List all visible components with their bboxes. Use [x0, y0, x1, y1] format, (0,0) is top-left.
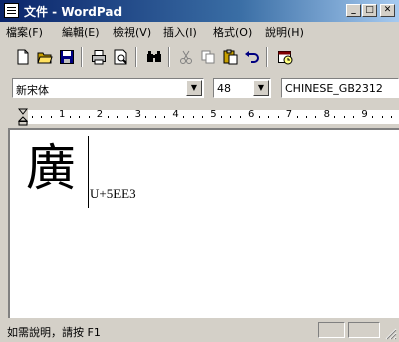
ruler-tick — [297, 116, 298, 118]
ruler-tick — [51, 116, 52, 118]
ruler-tick — [70, 116, 71, 118]
save-icon — [60, 50, 74, 64]
toolbar-separator — [81, 47, 83, 67]
copy-button[interactable] — [197, 46, 219, 68]
ruler-tick — [334, 116, 335, 118]
script-value: CHINESE_GB2312 — [285, 82, 383, 95]
status-bar: 如需說明，請按 F1 — [0, 319, 399, 342]
font-name-value: 新宋体 — [16, 84, 49, 97]
menu-view[interactable]: 檢視(V) — [113, 24, 151, 40]
date-time-icon — [278, 51, 293, 65]
status-text: 如需說明，請按 F1 — [7, 326, 101, 339]
ruler-tick — [41, 116, 42, 118]
date-time-button[interactable] — [274, 46, 296, 68]
menu-file[interactable]: 檔案(F) — [6, 24, 43, 40]
toolbar-separator — [135, 47, 137, 67]
chevron-down-icon[interactable]: ▼ — [253, 80, 269, 96]
indent-marker-icon[interactable] — [18, 108, 28, 126]
document-character: 廣 — [26, 139, 76, 197]
ruler-tick — [315, 116, 316, 118]
find-icon — [147, 51, 161, 62]
toolbar-separator — [168, 47, 170, 67]
cut-icon — [180, 50, 192, 64]
print-preview-button[interactable] — [110, 46, 132, 68]
menu-format[interactable]: 格式(O) — [213, 24, 252, 40]
font-size-combo[interactable]: 48 ▼ — [213, 78, 271, 98]
ruler-tick — [230, 116, 231, 118]
ruler-tick — [89, 116, 90, 118]
ruler-tick — [79, 116, 80, 118]
wordpad-app-icon[interactable] — [4, 3, 19, 18]
save-button[interactable] — [56, 46, 78, 68]
menu-edit[interactable]: 編輯(E) — [62, 24, 100, 40]
ruler-tick — [183, 116, 184, 118]
ruler-tick — [391, 116, 392, 118]
ruler-tick — [193, 116, 194, 118]
ruler-label: 7 — [285, 109, 293, 120]
ruler-tick — [32, 116, 33, 118]
ruler-tick — [306, 116, 307, 118]
ruler-tick — [145, 116, 146, 118]
undo-icon — [245, 51, 259, 63]
resize-grip-icon[interactable] — [385, 328, 397, 340]
print-button[interactable] — [88, 46, 110, 68]
ruler-tick — [108, 116, 109, 118]
menu-bar: 檔案(F) 編輯(E) 檢視(V) 插入(I) 格式(O) 說明(H) — [0, 22, 399, 40]
ruler-label: 5 — [210, 109, 217, 120]
ruler-tick — [202, 116, 203, 118]
font-name-combo[interactable]: 新宋体 ▼ — [12, 78, 204, 98]
font-size-value: 48 — [217, 82, 231, 95]
standard-toolbar — [8, 45, 308, 69]
status-panel — [318, 322, 345, 338]
find-button[interactable] — [143, 46, 165, 68]
ruler-tick — [382, 116, 383, 118]
cut-button[interactable] — [175, 46, 197, 68]
copy-icon — [201, 50, 215, 64]
ruler-tick — [240, 116, 241, 118]
ruler-label: 9 — [361, 109, 368, 120]
ruler-label: 4 — [172, 109, 179, 120]
window-title: 文件 - WordPad — [24, 5, 123, 19]
paste-button[interactable] — [219, 46, 241, 68]
title-bar[interactable]: 文件 - WordPad _ □ ✕ — [0, 0, 399, 22]
chevron-down-icon[interactable]: ▼ — [186, 80, 202, 96]
new-button[interactable] — [12, 46, 34, 68]
document-codepoint-text: U+5EE3 — [90, 186, 136, 201]
ruler-tick — [117, 116, 118, 118]
document-area[interactable]: 廣 U+5EE3 — [8, 128, 399, 318]
text-caret — [88, 136, 89, 208]
open-icon — [37, 52, 53, 64]
maximize-button[interactable]: □ — [362, 4, 377, 17]
ruler-tick — [164, 116, 165, 118]
ruler-tick — [344, 116, 345, 118]
open-button[interactable] — [34, 46, 56, 68]
status-panel — [348, 322, 380, 338]
ruler-tick — [268, 116, 269, 118]
print-icon — [92, 50, 106, 65]
ruler-label: 3 — [134, 109, 141, 120]
menu-help[interactable]: 說明(H) — [265, 24, 304, 40]
close-button[interactable]: ✕ — [380, 4, 395, 17]
print-preview-icon — [114, 49, 127, 65]
undo-button[interactable] — [241, 46, 263, 68]
minimize-button[interactable]: _ — [346, 4, 361, 17]
ruler-tick — [221, 116, 222, 118]
ruler-label: 1 — [59, 109, 66, 120]
ruler-label: 8 — [323, 109, 330, 120]
ruler-tick — [372, 116, 373, 118]
toolbar-separator — [266, 47, 268, 67]
ruler[interactable]: 1 2 3 4 5 6 7 8 9 — [0, 104, 399, 126]
paste-icon — [223, 49, 238, 65]
ruler-label: 6 — [248, 109, 255, 120]
ruler-tick — [259, 116, 260, 118]
new-icon — [17, 49, 29, 65]
ruler-tick — [127, 116, 128, 118]
ruler-tick — [353, 116, 354, 118]
ruler-tick — [278, 116, 279, 118]
script-combo[interactable]: CHINESE_GB2312 — [281, 78, 399, 98]
ruler-tick — [155, 116, 156, 118]
ruler-label: 2 — [96, 109, 104, 120]
format-bar: 新宋体 ▼ 48 ▼ CHINESE_GB2312 — [0, 74, 399, 100]
menu-insert[interactable]: 插入(I) — [163, 24, 197, 40]
